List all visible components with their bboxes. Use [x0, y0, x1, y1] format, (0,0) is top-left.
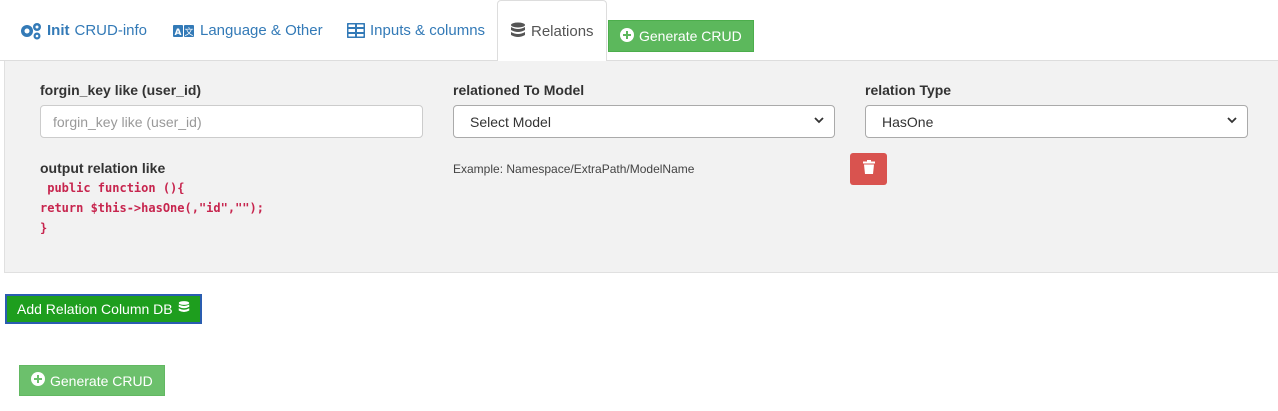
svg-text:A: A: [175, 28, 182, 38]
delete-relation-button[interactable]: [850, 153, 887, 185]
tab-inputs-label: Inputs & columns: [370, 22, 486, 39]
relation-type-select-value: HasOne: [882, 113, 934, 130]
related-model-select-value: Select Model: [470, 113, 551, 130]
trash-icon: [862, 159, 875, 179]
plus-circle-icon: [31, 372, 45, 389]
add-relation-column-button[interactable]: Add Relation Column DB: [5, 294, 202, 324]
tab-bar: Init CRUD-info A文 Language & Other Input…: [0, 0, 1278, 62]
chevron-down-icon: [814, 116, 824, 127]
svg-text:文: 文: [184, 26, 193, 38]
tab-relations[interactable]: Relations: [497, 0, 607, 62]
tab-init-bold: Init: [47, 22, 70, 39]
related-model-select[interactable]: Select Model: [453, 105, 835, 138]
chevron-down-icon: [1227, 116, 1237, 127]
gears-icon: [20, 22, 42, 40]
foreign-key-input[interactable]: [40, 105, 423, 138]
tab-inputs-columns[interactable]: Inputs & columns: [335, 0, 497, 61]
tab-init-label: CRUD-info: [74, 22, 148, 39]
language-icon: A文: [173, 24, 195, 38]
generate-crud-button-bottom[interactable]: Generate CRUD: [19, 365, 165, 396]
related-model-label: relationed To Model: [453, 82, 585, 98]
model-example-text: Example: Namespace/ExtraPath/ModelName: [453, 162, 695, 176]
database-icon: [178, 300, 190, 318]
tab-language-other[interactable]: A文 Language & Other: [161, 0, 335, 61]
relation-panel: forgin_key like (user_id) relationed To …: [4, 61, 1278, 273]
tab-init-crud-info[interactable]: Init CRUD-info: [8, 0, 159, 61]
database-icon: [510, 22, 526, 40]
code-line-3: }: [40, 221, 48, 235]
generate-crud-bottom-label: Generate CRUD: [50, 372, 153, 389]
plus-circle-icon: [620, 27, 634, 45]
tab-relations-label: Relations: [531, 22, 594, 40]
code-line-1: public function (){: [40, 181, 185, 195]
relation-type-label: relation Type: [865, 82, 952, 98]
generate-crud-button-top[interactable]: Generate CRUD: [608, 20, 754, 52]
code-line-2: return $this->hasOne(,"id","");: [40, 201, 264, 215]
generate-crud-top-label: Generate CRUD: [639, 28, 742, 44]
tab-language-label: Language & Other: [200, 22, 323, 39]
table-icon: [347, 23, 365, 38]
foreign-key-label: forgin_key like (user_id): [40, 82, 202, 98]
relation-type-select[interactable]: HasOne: [865, 105, 1248, 138]
add-relation-label: Add Relation Column DB: [17, 301, 173, 317]
output-relation-label: output relation like: [40, 160, 166, 176]
